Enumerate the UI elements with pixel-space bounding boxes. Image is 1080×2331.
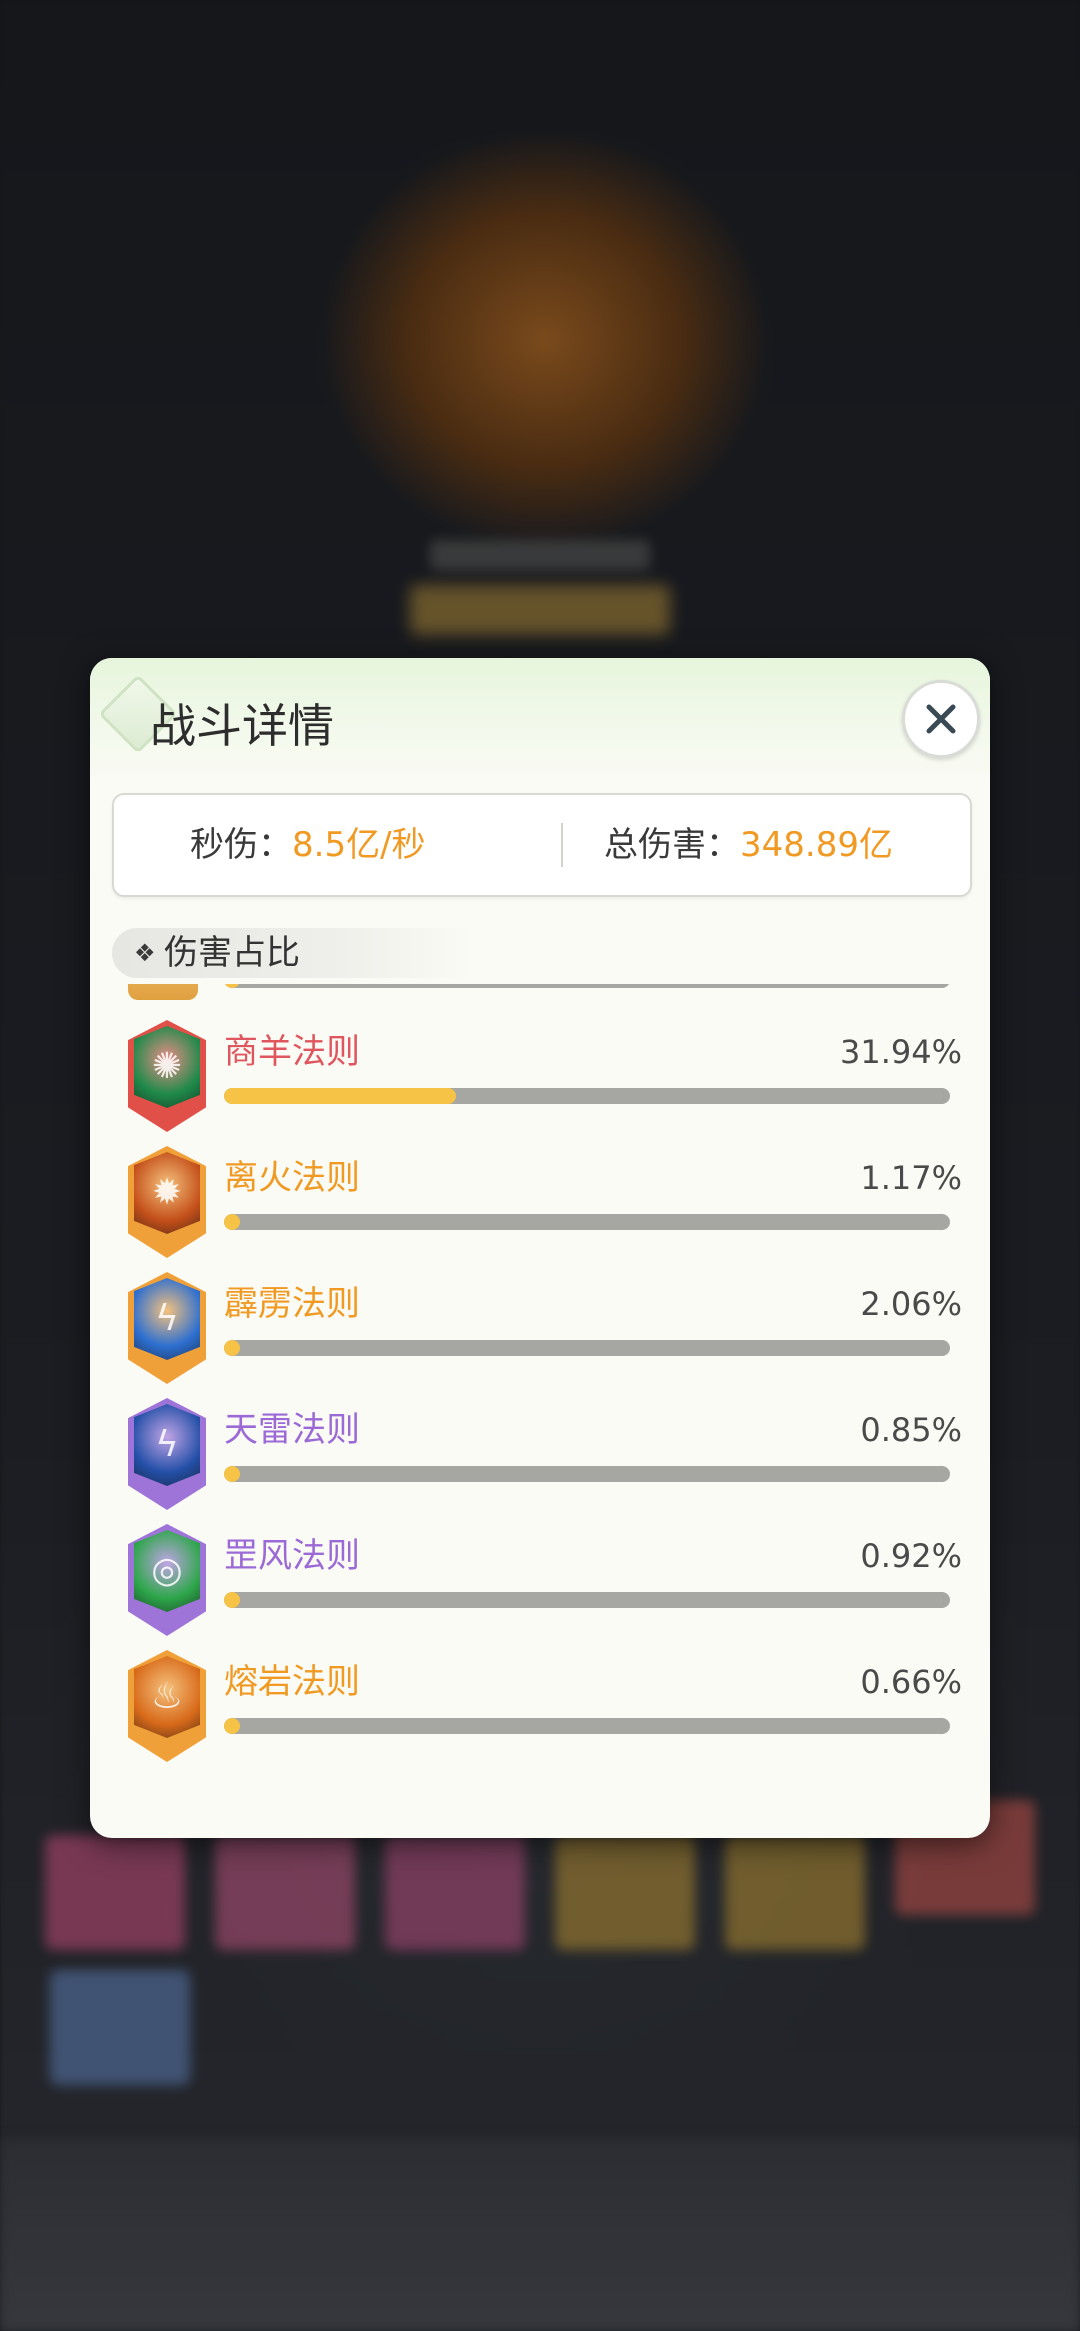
list-item: ◎ 罡风法则 0.92% <box>90 1524 990 1650</box>
damage-bar-track <box>224 984 950 988</box>
damage-share-section-header: ❖ 伤害占比 <box>112 928 472 978</box>
damage-bar-track <box>224 1718 950 1734</box>
partial-skill-icon <box>128 984 198 1000</box>
close-icon <box>926 704 956 734</box>
list-item-partial <box>90 984 990 1020</box>
list-item: ♨ 熔岩法则 0.66% <box>90 1650 990 1776</box>
damage-bar-track <box>224 1088 950 1104</box>
list-item: ϟ 霹雳法则 2.06% <box>90 1272 990 1398</box>
skill-name: 熔岩法则 <box>224 1662 360 1702</box>
damage-percent: 0.85% <box>860 1411 962 1449</box>
background-card <box>45 1835 185 1950</box>
background-card <box>725 1835 865 1950</box>
damage-share-list[interactable]: ✺ 商羊法则 31.94% ✹ 离火法则 1.17% ϟ 霹雳法则 2.06% ϟ 天雷法则 0.85… <box>90 984 990 1834</box>
list-item: ✹ 离火法则 1.17% <box>90 1146 990 1272</box>
list-item: ϟ 天雷法则 0.85% <box>90 1398 990 1524</box>
skill-name: 霹雳法则 <box>224 1284 360 1324</box>
battle-details-dialog: 战斗详情 秒伤：8.5亿/秒 总伤害：348.89亿 ❖ 伤害占比 ✺ 商羊法则 3… <box>90 658 990 1838</box>
damage-bar-fill <box>224 1340 240 1356</box>
background-card <box>215 1835 355 1950</box>
damage-bar-fill <box>224 984 240 988</box>
damage-bar-fill <box>224 1466 240 1482</box>
diamond-icon: ❖ <box>134 939 156 967</box>
damage-bar-track <box>224 1340 950 1356</box>
section-title: 伤害占比 <box>164 933 300 973</box>
skill-name: 离火法则 <box>224 1158 360 1198</box>
dps-label: 秒伤： <box>190 825 292 865</box>
damage-bar-track <box>224 1466 950 1482</box>
skill-name: 天雷法则 <box>224 1410 360 1450</box>
dps-stat: 秒伤：8.5亿/秒 <box>190 795 426 895</box>
damage-bar-fill <box>224 1592 240 1608</box>
wind-vortex-icon: ◎ <box>134 1530 200 1612</box>
fire-swirl-icon: ✹ <box>134 1152 200 1234</box>
total-damage-label: 总伤害： <box>604 825 740 865</box>
background-bottom-nav <box>0 2140 1080 2331</box>
lava-icon: ♨ <box>134 1656 200 1738</box>
green-dragon-icon: ✺ <box>134 1026 200 1108</box>
damage-stats-box: 秒伤：8.5亿/秒 总伤害：348.89亿 <box>112 793 972 897</box>
close-button[interactable] <box>902 680 980 758</box>
damage-percent: 31.94% <box>839 1033 962 1071</box>
damage-bar-fill <box>224 1088 456 1104</box>
damage-percent: 2.06% <box>860 1285 962 1323</box>
damage-bar-fill <box>224 1718 240 1734</box>
dialog-title: 战斗详情 <box>150 699 334 753</box>
background-stage-number <box>410 585 670 635</box>
list-item: ✺ 商羊法则 31.94% <box>90 1020 990 1146</box>
total-damage-stat: 总伤害：348.89亿 <box>604 795 893 895</box>
background-card <box>50 1970 190 2085</box>
damage-bar-fill <box>224 1214 240 1230</box>
background-card <box>385 1835 525 1950</box>
damage-percent: 0.92% <box>860 1537 962 1575</box>
skill-name: 罡风法则 <box>224 1536 360 1576</box>
total-damage-value: 348.89亿 <box>740 825 893 865</box>
dps-value: 8.5亿/秒 <box>292 825 426 865</box>
damage-bar-track <box>224 1214 950 1230</box>
damage-bar-track <box>224 1592 950 1608</box>
dialog-header: 战斗详情 <box>90 658 990 788</box>
thunder-icon: ϟ <box>134 1404 200 1486</box>
background-card <box>555 1835 695 1950</box>
damage-percent: 0.66% <box>860 1663 962 1701</box>
lightning-icon: ϟ <box>134 1278 200 1360</box>
background-victory-emblem <box>300 250 780 470</box>
stats-divider <box>561 823 563 867</box>
background-stage-label <box>430 540 650 570</box>
damage-percent: 1.17% <box>860 1159 962 1197</box>
skill-name: 商羊法则 <box>224 1032 360 1072</box>
